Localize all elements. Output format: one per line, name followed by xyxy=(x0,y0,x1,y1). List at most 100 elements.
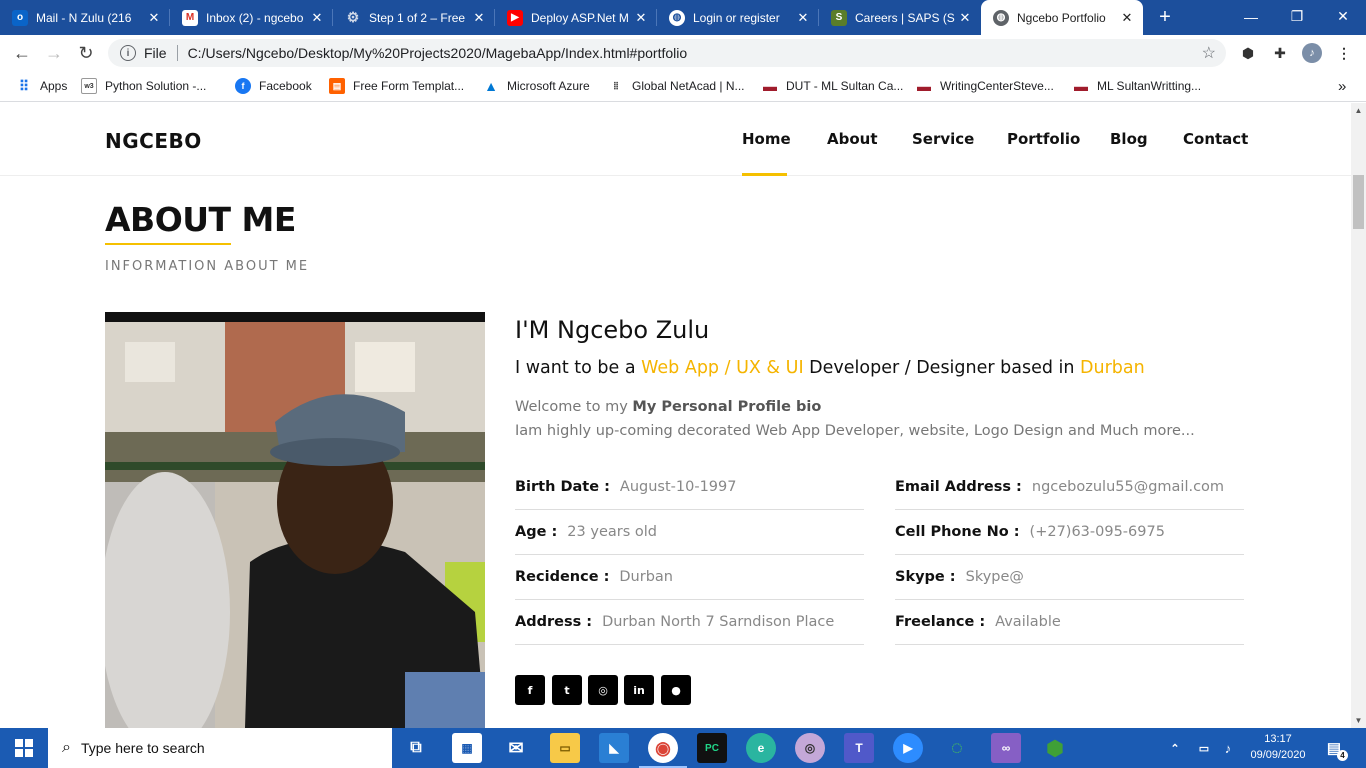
close-icon[interactable]: ✕ xyxy=(1117,10,1137,26)
nav-service[interactable]: Service xyxy=(912,130,974,148)
minimize-icon[interactable]: — xyxy=(1228,0,1274,33)
tab-portfolio[interactable]: ◍ Ngcebo Portfolio ✕ xyxy=(981,0,1143,35)
bookmark-facebook[interactable]: f Facebook xyxy=(235,76,312,96)
mongodb-icon[interactable]: ⬢ xyxy=(1040,733,1070,763)
file-explorer-icon[interactable]: ▭ xyxy=(550,733,580,763)
nav-home[interactable]: Home xyxy=(742,130,791,148)
scheme-label: File xyxy=(144,45,167,61)
mail-icon[interactable]: ✉ xyxy=(501,733,531,763)
new-tab-button[interactable]: + xyxy=(1150,0,1180,35)
clock-time: 13:17 xyxy=(1264,733,1292,745)
close-icon[interactable]: ✕ xyxy=(793,10,813,26)
reload-icon[interactable]: ↻ xyxy=(74,41,98,65)
close-icon[interactable]: ✕ xyxy=(144,10,164,26)
nav-portfolio[interactable]: Portfolio xyxy=(1007,130,1080,148)
scroll-up-icon[interactable]: ▲ xyxy=(1351,103,1366,118)
dut-icon: ▬ xyxy=(1074,78,1088,94)
chrome-icon[interactable]: ◉ xyxy=(639,733,687,768)
welcome-line: Welcome to my My Personal Profile bio xyxy=(515,399,821,415)
back-icon[interactable]: ← xyxy=(10,41,34,65)
network-icon[interactable]: ▭ xyxy=(1196,733,1212,763)
twitter-icon[interactable]: t xyxy=(552,675,582,705)
forward-icon[interactable]: → xyxy=(42,41,66,65)
bookmark-netacad[interactable]: ⦙⦙ Global NetAcad | N... xyxy=(608,76,745,96)
apps-grid-icon: ⠿ xyxy=(18,77,30,94)
bookmark-writingcenter[interactable]: ▬ WritingCenterSteve... xyxy=(916,76,1054,96)
extension-box-icon[interactable]: ⬢ xyxy=(1238,43,1258,63)
bookmark-mlsultan[interactable]: ▬ ML SultanWritting... xyxy=(1073,76,1201,96)
close-icon[interactable]: ✕ xyxy=(307,10,327,26)
vscode-icon[interactable]: ◣ xyxy=(599,733,629,763)
github-icon[interactable]: ● xyxy=(661,675,691,705)
store-icon[interactable]: ▦ xyxy=(452,733,482,763)
close-icon[interactable]: ✕ xyxy=(631,10,651,26)
star-icon[interactable]: ☆ xyxy=(1202,43,1216,63)
tab-step[interactable]: ⚙ Step 1 of 2 – Free ✕ xyxy=(333,0,495,35)
bookmark-azure[interactable]: ▲ Microsoft Azure xyxy=(483,76,590,96)
puzzle-icon[interactable]: ✚ xyxy=(1270,43,1290,63)
windows-logo-icon xyxy=(15,739,33,757)
chevron-up-icon[interactable]: ⌃ xyxy=(1168,733,1182,763)
detail-label: Recidence : xyxy=(515,569,610,585)
taskbar-search[interactable]: ⌕ Type here to search xyxy=(48,728,392,768)
nav-contact[interactable]: Contact xyxy=(1183,130,1248,148)
volume-icon[interactable]: ♪ xyxy=(1219,733,1237,763)
scroll-down-icon[interactable]: ▼ xyxy=(1351,713,1366,728)
instagram-icon[interactable]: ◎ xyxy=(588,675,618,705)
form-icon: ▤ xyxy=(329,78,345,94)
sync-app-icon[interactable]: ◌ xyxy=(942,733,972,763)
close-icon[interactable]: ✕ xyxy=(955,10,975,26)
clock-date: 09/09/2020 xyxy=(1250,749,1306,761)
tab-youtube[interactable]: ▶ Deploy ASP.Net M ✕ xyxy=(495,0,657,35)
visual-studio-icon[interactable]: ∞ xyxy=(991,733,1021,763)
restore-icon[interactable]: ❐ xyxy=(1274,0,1320,33)
close-icon[interactable]: ✕ xyxy=(469,10,489,26)
bookmark-apps[interactable]: ⠿ Apps xyxy=(16,76,68,96)
bookmark-dut[interactable]: ▬ DUT - ML Sultan Ca... xyxy=(762,76,903,96)
detail-value: August-10-1997 xyxy=(619,479,737,495)
nav-about[interactable]: About xyxy=(827,130,878,148)
detail-label: Skype : xyxy=(895,569,956,585)
detail-address: Address : Durban North 7 Sarndison Place xyxy=(515,600,864,645)
notification-count: 4 xyxy=(1337,750,1348,761)
linkedin-icon[interactable]: in xyxy=(624,675,654,705)
tagline-text: Developer / Designer based in xyxy=(803,358,1081,378)
page-scrollbar[interactable]: ▲ ▼ xyxy=(1351,103,1366,728)
bookmarks-overflow-button[interactable]: » xyxy=(1338,76,1346,96)
github-desktop-icon[interactable]: ◎ xyxy=(795,733,825,763)
scrollbar-thumb[interactable] xyxy=(1353,175,1364,229)
zoom-icon[interactable]: ▶ xyxy=(893,733,923,763)
teams-icon[interactable]: T xyxy=(844,733,874,763)
site-navbar: NGCEBO Home About Service Portfolio Blog… xyxy=(0,103,1351,176)
menu-icon[interactable]: ⋮ xyxy=(1334,43,1354,63)
url-text[interactable]: C:/Users/Ngcebo/Desktop/My%20Projects202… xyxy=(188,45,688,61)
tab-login[interactable]: ◍ Login or register ✕ xyxy=(657,0,819,35)
nav-blog[interactable]: Blog xyxy=(1110,130,1148,148)
tab-inbox[interactable]: M Inbox (2) - ngcebo ✕ xyxy=(170,0,333,35)
bookmark-label: Global NetAcad | N... xyxy=(632,79,745,93)
bookmark-freeform[interactable]: ▤ Free Form Templat... xyxy=(329,76,464,96)
detail-value: (+27)63-095-6975 xyxy=(1029,524,1165,540)
bookmark-label: Free Form Templat... xyxy=(353,79,465,93)
info-icon[interactable]: i xyxy=(120,45,136,61)
bookmark-python[interactable]: w3 Python Solution -... xyxy=(81,76,206,96)
tab-mail[interactable]: o Mail - N Zulu (216 ✕ xyxy=(0,0,170,35)
edge-icon[interactable]: e xyxy=(746,733,776,763)
site-brand[interactable]: NGCEBO xyxy=(105,129,202,153)
detail-value: ngcebozulu55@gmail.com xyxy=(1031,479,1225,495)
task-view-icon[interactable]: ⧉ xyxy=(401,733,431,763)
profile-bio: Iam highly up-coming decorated Web App D… xyxy=(515,423,1195,439)
bookmark-label: ML SultanWritting... xyxy=(1097,79,1202,93)
facebook-icon[interactable]: f xyxy=(515,675,545,705)
pycharm-icon[interactable]: PC xyxy=(697,733,727,763)
detail-value: Durban North 7 Sarndison Place xyxy=(602,614,835,630)
close-window-icon[interactable]: ✕ xyxy=(1320,0,1366,33)
detail-value: Skype@ xyxy=(965,569,1024,585)
globe-icon: ◍ xyxy=(993,9,1009,26)
start-button[interactable] xyxy=(0,728,48,768)
address-bar[interactable]: i File C:/Users/Ngcebo/Desktop/My%20Proj… xyxy=(108,39,1226,67)
tab-careers[interactable]: S Careers | SAPS (So ✕ xyxy=(819,0,981,35)
system-clock[interactable]: 13:17 09/09/2020 xyxy=(1250,731,1306,763)
notification-icon[interactable]: ▤ 4 xyxy=(1320,733,1348,763)
profile-avatar[interactable]: ♪ xyxy=(1302,43,1322,63)
